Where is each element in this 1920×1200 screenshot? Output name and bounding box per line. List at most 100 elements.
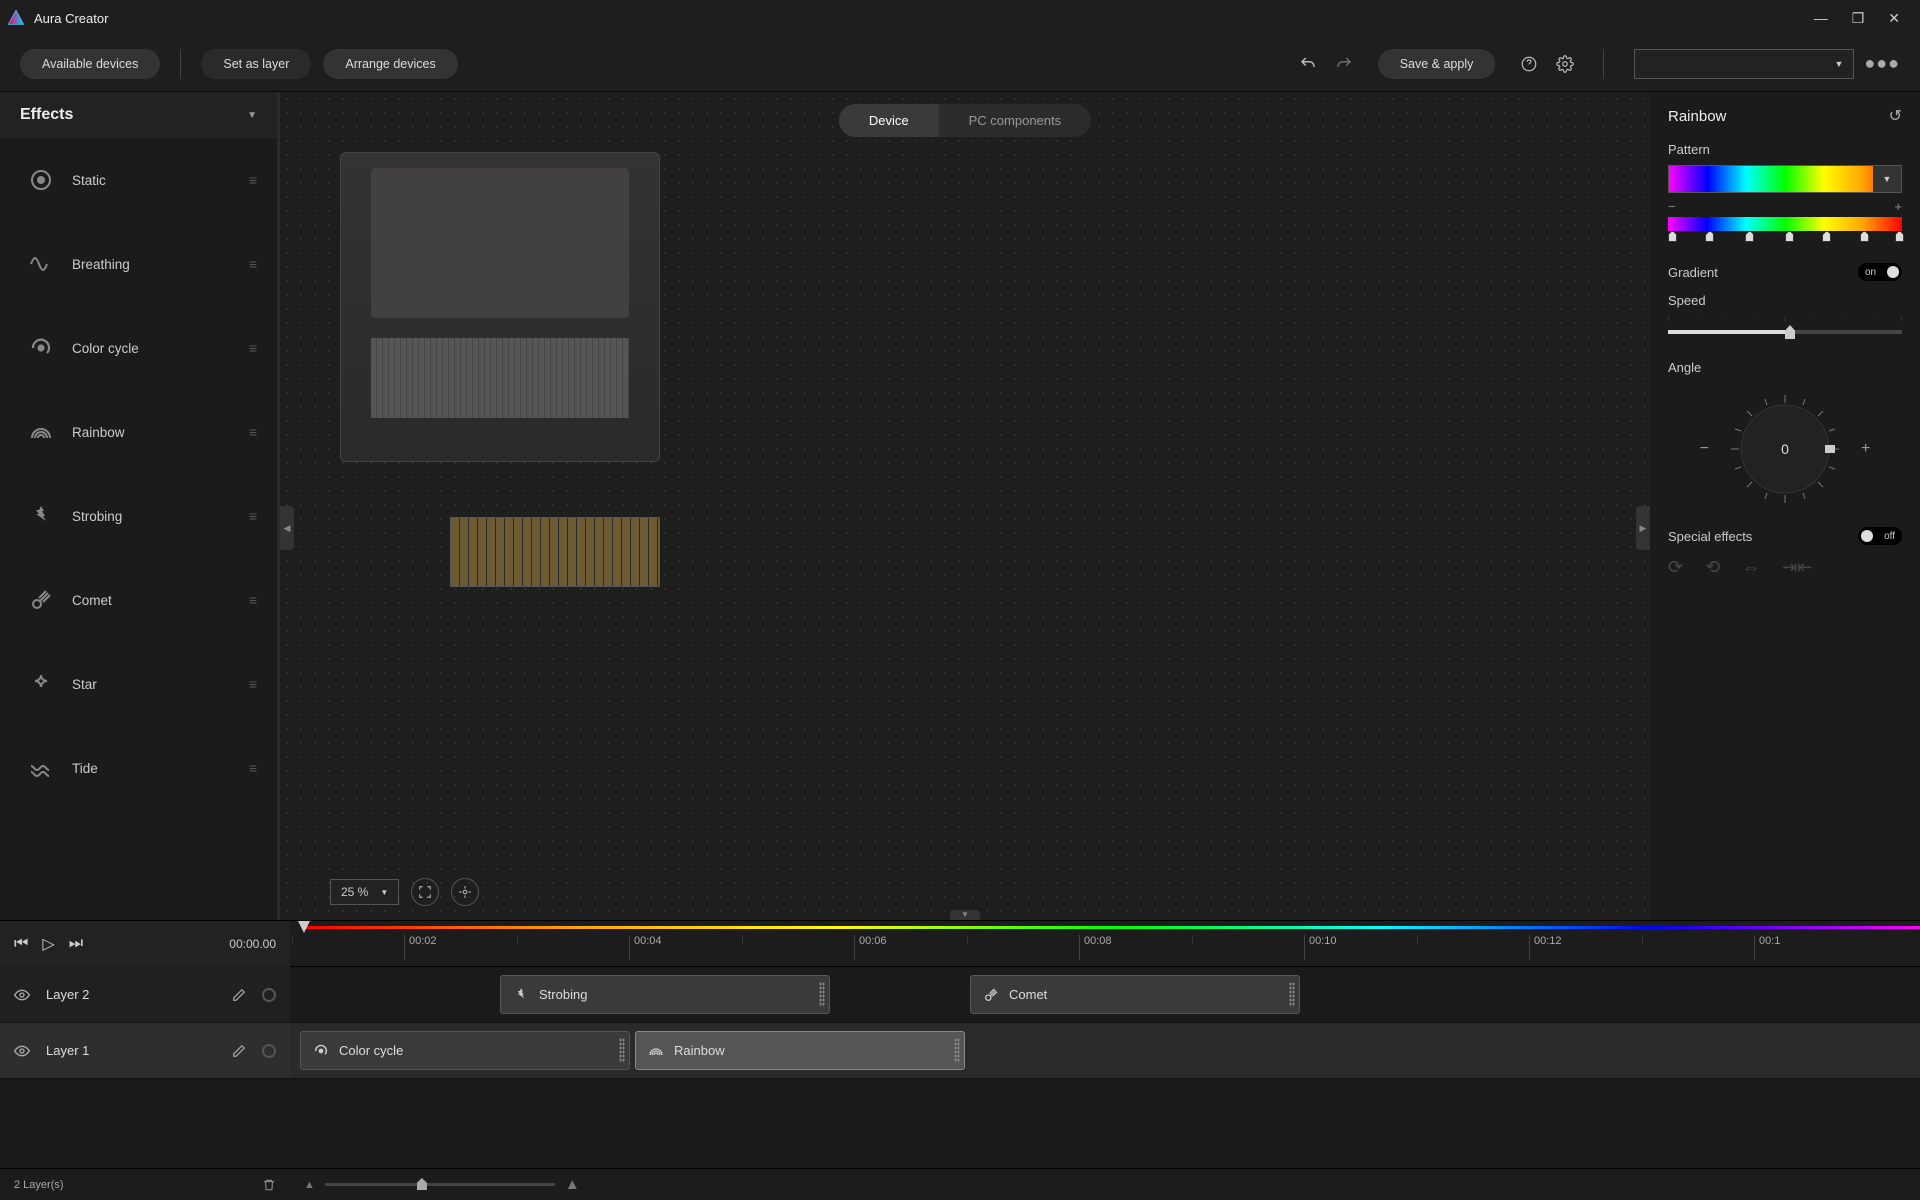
effects-header[interactable]: Effects ▼	[0, 92, 277, 138]
zoom-out-icon[interactable]: ▲	[304, 1179, 315, 1191]
tide-icon	[20, 756, 62, 780]
effect-item-breathing[interactable]: Breathing ≡	[0, 222, 277, 306]
effect-item-star[interactable]: Star ≡	[0, 642, 277, 726]
star-icon	[20, 672, 62, 696]
reset-icon[interactable]: ↺	[1889, 106, 1902, 126]
speed-slider[interactable]: |···|···|	[1668, 330, 1902, 334]
drag-handle-icon: ≡	[249, 592, 257, 608]
visibility-icon[interactable]	[14, 1043, 30, 1059]
speed-label: Speed	[1668, 293, 1902, 308]
clip-resize-handle[interactable]	[819, 982, 825, 1007]
delete-layer-icon[interactable]	[262, 1178, 276, 1192]
skip-end-icon[interactable]: ⏭	[69, 935, 83, 953]
clip-resize-handle[interactable]	[1289, 982, 1295, 1007]
view-toggle: Device PC components	[839, 104, 1091, 137]
zoom-in-icon[interactable]: ▲	[565, 1176, 580, 1193]
effect-item-tide[interactable]: Tide ≡	[0, 726, 277, 810]
play-icon[interactable]: ▷	[42, 934, 54, 954]
effect-item-static[interactable]: Static ≡	[0, 138, 277, 222]
tab-device[interactable]: Device	[839, 104, 939, 137]
help-icon[interactable]	[1515, 50, 1543, 78]
collapse-left-icon[interactable]: ◀	[280, 506, 294, 550]
layer-color-icon[interactable]	[262, 988, 276, 1002]
app-title: Aura Creator	[34, 11, 1814, 26]
edit-icon[interactable]	[232, 988, 246, 1002]
effect-label: Comet	[62, 593, 249, 608]
clip-strobing[interactable]: Strobing	[500, 975, 830, 1014]
canvas[interactable]: Device PC components ◀ ▶ 25 %▼ ▼	[280, 92, 1650, 920]
clip-label: Rainbow	[674, 1043, 725, 1058]
clip-resize-handle[interactable]	[619, 1038, 625, 1063]
arrange-devices-button[interactable]: Arrange devices	[323, 49, 457, 79]
clip-label: Color cycle	[339, 1043, 403, 1058]
collapse-right-icon[interactable]: ▶	[1636, 506, 1650, 550]
remove-stop-icon[interactable]: −	[1668, 199, 1676, 214]
angle-minus-icon[interactable]: −	[1700, 440, 1709, 458]
ruler-tick: 00:08	[1079, 935, 1112, 960]
zoom-value: 25 %	[341, 885, 368, 899]
available-devices-button[interactable]: Available devices	[20, 49, 160, 79]
visibility-icon[interactable]	[14, 987, 30, 1003]
layer-track[interactable]: Strobing Comet	[290, 967, 1920, 1022]
ruler-tick: 00:02	[404, 935, 437, 960]
undo-icon[interactable]	[1294, 50, 1322, 78]
timeline-layer[interactable]: Layer 1 Color cycle Rainbow	[0, 1023, 1920, 1079]
close-icon[interactable]: ✕	[1888, 10, 1900, 27]
minimize-icon[interactable]: —	[1814, 10, 1828, 27]
clip-label: Strobing	[539, 987, 587, 1002]
timeline-layer[interactable]: Layer 2 StrobingComet	[0, 967, 1920, 1023]
edit-icon[interactable]	[232, 1044, 246, 1058]
angle-plus-icon[interactable]: +	[1861, 440, 1870, 458]
set-as-layer-button[interactable]: Set as layer	[201, 49, 311, 79]
clip-rainbow[interactable]: Rainbow	[635, 1031, 965, 1070]
clip-resize-handle[interactable]	[954, 1038, 960, 1063]
more-icon[interactable]: ●●●	[1864, 53, 1900, 74]
gradient-strip[interactable]	[1668, 217, 1902, 231]
effect-label: Color cycle	[62, 341, 249, 356]
settings-icon[interactable]	[1551, 50, 1579, 78]
fit-view-icon[interactable]	[411, 878, 439, 906]
layer-name: Layer 1	[46, 1043, 216, 1058]
effect-label: Tide	[62, 761, 249, 776]
breathing-icon	[20, 252, 62, 276]
profile-dropdown[interactable]: ▼	[1634, 49, 1854, 79]
effect-label: Static	[62, 173, 249, 188]
effect-item-strobing[interactable]: Strobing ≡	[0, 474, 277, 558]
tab-pc-components[interactable]: PC components	[939, 104, 1092, 137]
save-apply-button[interactable]: Save & apply	[1378, 49, 1496, 79]
add-stop-icon[interactable]: +	[1894, 199, 1902, 214]
gradient-stops[interactable]	[1668, 231, 1902, 245]
special-effects-label: Special effects	[1668, 529, 1752, 544]
angle-dial[interactable]: 0	[1725, 389, 1845, 509]
rainbow-icon	[648, 1043, 664, 1059]
center-view-icon[interactable]	[451, 878, 479, 906]
effect-item-rainbow[interactable]: Rainbow ≡	[0, 390, 277, 474]
redo-icon[interactable]	[1330, 50, 1358, 78]
skip-start-icon[interactable]: ⏮	[14, 935, 28, 953]
maximize-icon[interactable]: ❐	[1852, 10, 1865, 27]
collapse-bottom-icon[interactable]: ▼	[950, 910, 980, 920]
timeline-zoom-slider[interactable]	[325, 1183, 555, 1186]
timeline-ruler[interactable]: 00:0200:0400:0600:0800:1000:1200:1	[290, 921, 1920, 967]
zoom-dropdown[interactable]: 25 %▼	[330, 879, 399, 905]
clip-colorcycle[interactable]: Color cycle	[300, 1031, 630, 1070]
comet-icon	[983, 987, 999, 1003]
special-effects-toggle[interactable]: off	[1858, 527, 1902, 545]
effect-label: Breathing	[62, 257, 249, 272]
ruler-gradient	[304, 926, 1920, 929]
pattern-dropdown[interactable]: ▼	[1668, 165, 1902, 193]
effect-item-comet[interactable]: Comet ≡	[0, 558, 277, 642]
layer-track[interactable]: Color cycle Rainbow	[290, 1023, 1920, 1078]
device-laptop[interactable]	[340, 152, 660, 462]
special-effects-icons: ⟳ ⟲ ⇔ ⇥⇤	[1668, 557, 1902, 578]
effect-item-colorcycle[interactable]: Color cycle ≡	[0, 306, 277, 390]
strobing-icon	[20, 504, 62, 528]
device-keyboard[interactable]	[450, 517, 660, 587]
clip-comet[interactable]: Comet	[970, 975, 1300, 1014]
gradient-toggle[interactable]: on	[1858, 263, 1902, 281]
drag-handle-icon: ≡	[249, 760, 257, 776]
playback-controls: ⏮ ▷ ⏭ 00:00.00	[0, 921, 290, 967]
separator	[180, 49, 181, 79]
layer-color-icon[interactable]	[262, 1044, 276, 1058]
angle-value: 0	[1781, 441, 1789, 457]
